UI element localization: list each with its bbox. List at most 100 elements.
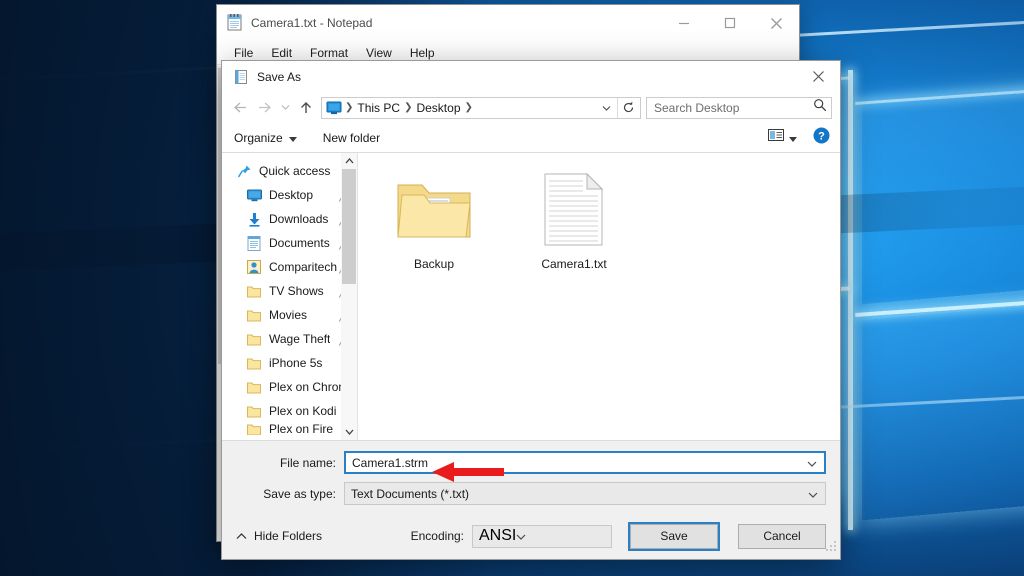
file-row: Backup Camera1.txt [378, 167, 840, 271]
file-name-label: Camera1.txt [541, 257, 607, 271]
resize-grip[interactable] [825, 539, 837, 557]
sidebar-item-documents[interactable]: Documents [222, 231, 357, 255]
breadcrumb-separator-0: ❯ [345, 102, 354, 113]
sidebar-item-quick-access[interactable]: Quick access [222, 159, 357, 183]
sidebar-item-comparitech[interactable]: Comparitech [222, 255, 357, 279]
save-as-dialog[interactable]: Save As ❯ This PC ❯ Desktop ❯ Search Des… [221, 60, 841, 560]
organize-button[interactable]: Organize [234, 131, 297, 145]
new-folder-label: New folder [322, 130, 381, 145]
encoding-select[interactable]: ANSI [472, 524, 612, 548]
save-as-title: Save As [257, 69, 302, 84]
sidebar-label: Documents [269, 236, 330, 250]
new-folder-button[interactable]: New folder [323, 131, 380, 145]
sidebar-item-tv-shows[interactable]: TV Shows [222, 279, 357, 303]
sidebar-item-desktop[interactable]: Desktop [222, 183, 357, 207]
breadcrumb-separator-1[interactable]: ❯ [403, 102, 413, 113]
chevron-down-icon[interactable] [598, 99, 617, 117]
documents-icon [246, 235, 262, 251]
forward-button[interactable] [252, 97, 276, 119]
chevron-down-icon[interactable] [808, 485, 818, 503]
help-button[interactable]: ? [813, 127, 830, 149]
sidebar-item-movies[interactable]: Movies [222, 303, 357, 327]
sidebar-label: Comparitech [269, 260, 338, 274]
sidebar-label: Quick access [259, 164, 331, 178]
cancel-button[interactable]: Cancel [738, 523, 826, 549]
sidebar-item-downloads[interactable]: Downloads [222, 207, 357, 231]
recent-locations-button[interactable] [276, 97, 294, 119]
breadcrumb[interactable]: ❯ This PC ❯ Desktop ❯ [321, 96, 641, 119]
desktop-icon [246, 187, 262, 203]
chevron-down-icon[interactable] [516, 527, 526, 545]
file-name-value: Camera1.strm [352, 455, 429, 470]
up-button[interactable] [294, 97, 318, 119]
sidebar-item-plex-on-fire[interactable]: Plex on Fire [222, 423, 357, 435]
sidebar-item-iphone-5s[interactable]: iPhone 5s [222, 351, 357, 375]
maximize-button[interactable] [707, 5, 753, 41]
change-view-button[interactable] [768, 128, 797, 147]
search-input[interactable]: Search Desktop [646, 96, 832, 119]
file-list-area[interactable]: Backup Camera1.txt [358, 153, 840, 440]
folder-icon [246, 331, 262, 347]
refresh-icon[interactable] [617, 97, 638, 118]
navigation-sidebar[interactable]: Quick access Desktop Downloads Documents… [222, 153, 358, 440]
view-caret-down-icon[interactable] [789, 129, 797, 147]
folder-icon [396, 167, 472, 253]
save-as-type-select[interactable]: Text Documents (*.txt) [344, 482, 826, 505]
breadcrumb-item-desktop[interactable]: Desktop [413, 101, 463, 115]
search-placeholder: Search Desktop [654, 100, 740, 115]
sidebar-scrollbar[interactable] [341, 153, 357, 440]
sidebar-label: Downloads [269, 212, 329, 226]
encoding-value: ANSI [479, 527, 517, 544]
chevron-down-icon[interactable] [807, 454, 817, 472]
breadcrumb-item-this-pc[interactable]: This PC [354, 101, 403, 115]
folder-icon [246, 283, 262, 299]
sidebar-item-wage-theft[interactable]: Wage Theft [222, 327, 357, 351]
file-name-input[interactable]: Camera1.strm [344, 451, 826, 474]
sidebar-label: Desktop [269, 188, 314, 202]
notepad-titlebar[interactable]: Camera1.txt - Notepad [217, 5, 799, 41]
wallpaper-pane-br [862, 303, 1024, 521]
sidebar-label: Plex on Kodi [269, 404, 337, 418]
breadcrumb-separator-2[interactable]: ❯ [464, 102, 474, 113]
pin-star-icon [236, 163, 252, 179]
back-button[interactable] [228, 97, 252, 119]
file-item-backup[interactable]: Backup [378, 167, 490, 271]
menu-file[interactable]: File [225, 44, 262, 62]
menu-format[interactable]: Format [301, 44, 357, 62]
save-as-navigation-bar[interactable]: ❯ This PC ❯ Desktop ❯ Search Desktop [222, 92, 840, 123]
sidebar-scroll-track[interactable] [341, 169, 357, 424]
folder-icon [246, 403, 262, 419]
folder-icon [246, 355, 262, 371]
save-as-toolbar[interactable]: Organize New folder ? [222, 123, 840, 153]
save-as-type-row: Save as type: Text Documents (*.txt) [236, 482, 826, 505]
save-as-type-field-label: Save as type: [263, 486, 336, 501]
hide-folders-button[interactable]: Hide Folders [236, 529, 322, 543]
sidebar-item-plex-on-chromecast[interactable]: Plex on Chromecast [222, 375, 357, 399]
save-dialog-icon [233, 69, 249, 85]
file-name-field-label: File name: [279, 455, 336, 470]
sidebar-scroll-thumb[interactable] [342, 169, 356, 284]
save-button[interactable]: Save [628, 521, 720, 551]
menu-view[interactable]: View [357, 44, 401, 62]
downloads-icon [246, 211, 262, 227]
file-item-camera1-txt[interactable]: Camera1.txt [518, 167, 630, 271]
notepad-icon [226, 14, 243, 31]
save-as-titlebar[interactable]: Save As [222, 61, 840, 92]
sidebar-label: TV Shows [269, 284, 324, 298]
save-as-body: Quick access Desktop Downloads Documents… [222, 153, 840, 440]
scroll-down-button[interactable] [341, 424, 357, 440]
search-icon[interactable] [813, 98, 827, 117]
minimize-button[interactable] [661, 5, 707, 41]
sidebar-item-plex-on-kodi[interactable]: Plex on Kodi [222, 399, 357, 423]
save-as-close-button[interactable] [796, 61, 840, 92]
sidebar-label: Wage Theft [269, 332, 331, 346]
folder-icon [246, 423, 262, 435]
wallpaper-mullion-vertical [848, 70, 853, 530]
folder-icon [246, 307, 262, 323]
organize-label: Organize [234, 130, 283, 145]
menu-help[interactable]: Help [401, 44, 444, 62]
monitor-icon [326, 101, 342, 115]
menu-edit[interactable]: Edit [262, 44, 301, 62]
close-button[interactable] [753, 5, 799, 41]
scroll-up-button[interactable] [341, 153, 357, 169]
